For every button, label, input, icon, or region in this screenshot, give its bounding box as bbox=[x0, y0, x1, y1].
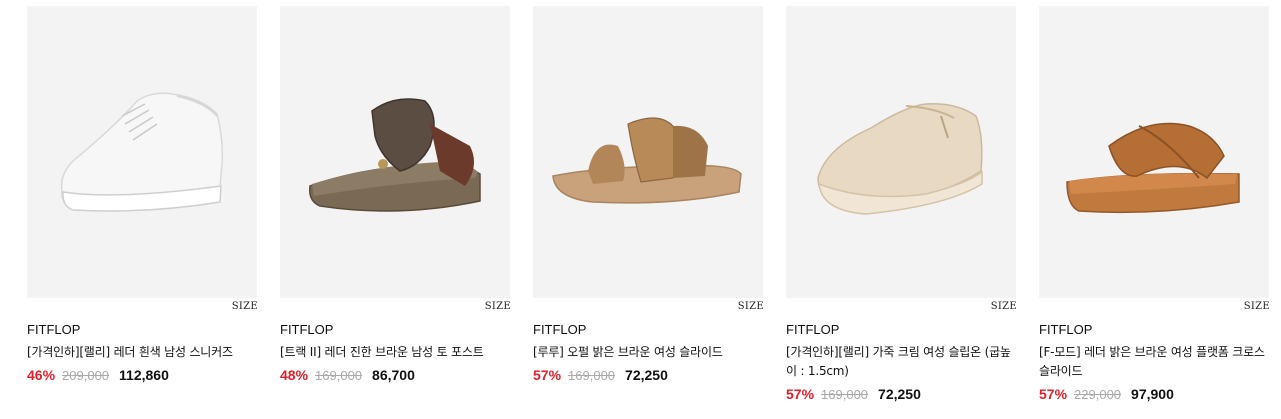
product-image[interactable] bbox=[280, 6, 510, 298]
original-price: 169,000 bbox=[568, 368, 616, 383]
product-card[interactable]: SIZE FITFLOP [가격인하][랠리] 가죽 크림 여성 슬립온 (굽높… bbox=[786, 6, 1017, 402]
original-price: 229,000 bbox=[1074, 387, 1122, 402]
product-image[interactable] bbox=[27, 6, 257, 298]
product-image[interactable] bbox=[533, 6, 763, 298]
price-row: 57% 229,000 97,900 bbox=[1039, 386, 1269, 402]
original-price: 169,000 bbox=[821, 387, 869, 402]
price-row: 57% 169,000 72,250 bbox=[533, 367, 763, 383]
size-label[interactable]: SIZE bbox=[232, 301, 258, 312]
product-name[interactable]: [루루] 오펄 밝은 브라운 여성 슬라이드 bbox=[533, 343, 763, 362]
discount-rate: 57% bbox=[1039, 386, 1068, 402]
tan-cross-slide-image bbox=[1066, 122, 1240, 214]
white-sneaker-image bbox=[60, 92, 224, 212]
product-card[interactable]: SIZE FITFLOP [F-모드] 레더 밝은 브라운 여성 플랫폼 크로스… bbox=[1039, 6, 1270, 402]
product-grid: SIZE FITFLOP [가격인하][랠리] 레더 흰색 남성 스니커즈 46… bbox=[27, 6, 1270, 402]
sale-price: 112,860 bbox=[119, 367, 169, 383]
product-brand: FITFLOP bbox=[280, 322, 334, 337]
product-brand: FITFLOP bbox=[786, 322, 840, 337]
price-row: 46% 209,000 112,860 bbox=[27, 367, 257, 383]
price-row: 48% 169,000 86,700 bbox=[280, 367, 510, 383]
size-label[interactable]: SIZE bbox=[485, 301, 511, 312]
product-card[interactable]: SIZE FITFLOP [트랙 II] 레더 진한 브라운 남성 토 포스트 … bbox=[280, 6, 511, 402]
discount-rate: 48% bbox=[280, 367, 309, 383]
product-brand: FITFLOP bbox=[27, 322, 81, 337]
discount-rate: 46% bbox=[27, 367, 56, 383]
original-price: 169,000 bbox=[315, 368, 363, 383]
bronze-slide-sandal-image bbox=[552, 117, 742, 204]
product-brand: FITFLOP bbox=[1039, 322, 1093, 337]
cream-slip-on-image bbox=[817, 103, 983, 215]
discount-rate: 57% bbox=[533, 367, 562, 383]
product-name[interactable]: [가격인하][랠리] 가죽 크림 여성 슬립온 (굽높이 : 1.5cm) bbox=[786, 343, 1016, 381]
product-image[interactable] bbox=[1039, 6, 1269, 298]
sale-price: 97,900 bbox=[1131, 386, 1174, 402]
product-name[interactable]: [F-모드] 레더 밝은 브라운 여성 플랫폼 크로스 슬라이드 bbox=[1039, 343, 1269, 381]
product-image[interactable] bbox=[786, 6, 1016, 298]
product-brand: FITFLOP bbox=[533, 322, 587, 337]
product-card[interactable]: SIZE FITFLOP [루루] 오펄 밝은 브라운 여성 슬라이드 57% … bbox=[533, 6, 764, 402]
price-row: 57% 169,000 72,250 bbox=[786, 386, 1016, 402]
discount-rate: 57% bbox=[786, 386, 815, 402]
size-label[interactable]: SIZE bbox=[991, 301, 1017, 312]
sale-price: 86,700 bbox=[372, 367, 415, 383]
sale-price: 72,250 bbox=[878, 386, 921, 402]
original-price: 209,000 bbox=[62, 368, 110, 383]
product-name[interactable]: [트랙 II] 레더 진한 브라운 남성 토 포스트 bbox=[280, 343, 510, 362]
sale-price: 72,250 bbox=[625, 367, 668, 383]
product-card[interactable]: SIZE FITFLOP [가격인하][랠리] 레더 흰색 남성 스니커즈 46… bbox=[27, 6, 258, 402]
size-label[interactable]: SIZE bbox=[738, 301, 764, 312]
product-name[interactable]: [가격인하][랠리] 레더 흰색 남성 스니커즈 bbox=[27, 343, 257, 362]
size-label[interactable]: SIZE bbox=[1244, 301, 1270, 312]
brown-toe-post-sandal-image bbox=[308, 98, 481, 212]
